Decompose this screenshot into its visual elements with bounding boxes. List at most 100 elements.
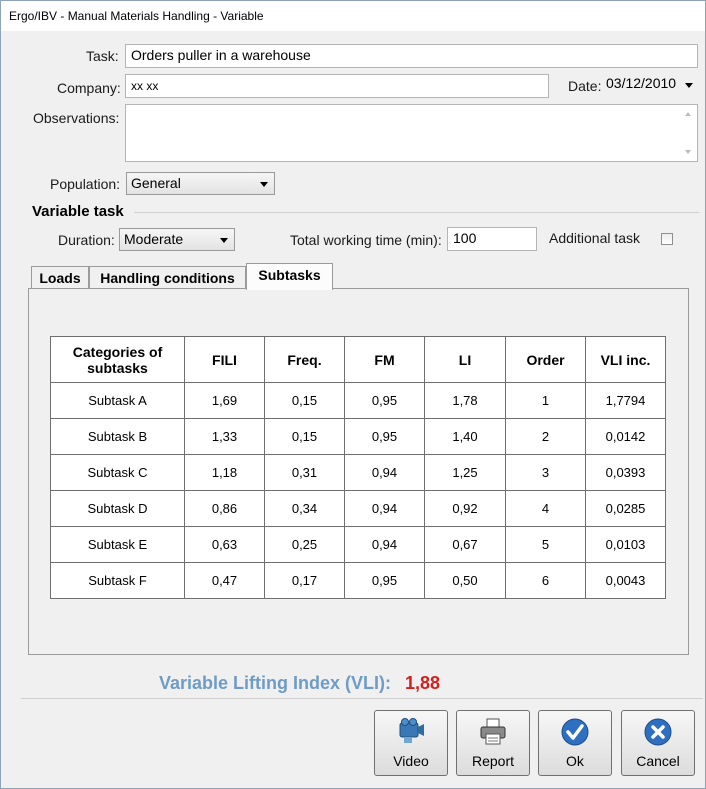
column-header[interactable]: LI [424, 336, 506, 383]
vli-label: Variable Lifting Index (VLI): [159, 673, 392, 693]
table-cell: 0,94 [344, 490, 425, 527]
table-cell: 6 [505, 562, 586, 599]
population-label: Population: [50, 176, 121, 192]
table-cell: 0,25 [264, 526, 345, 563]
subtasks-table: Categories of subtasks FILI Freq. FM LI … [50, 336, 666, 599]
table-cell: 0,95 [344, 562, 425, 599]
observations-scrollbar[interactable] [680, 105, 697, 161]
column-header[interactable]: VLI inc. [585, 336, 666, 383]
checkmark-icon [561, 718, 589, 746]
footer-divider [21, 698, 703, 699]
video-button[interactable]: Video [374, 710, 448, 776]
total-working-time-label: Total working time (min): [290, 232, 442, 248]
table-cell: 1,78 [424, 382, 506, 419]
table-cell: Subtask E [50, 526, 185, 563]
tab-handling-conditions[interactable]: Handling conditions [89, 266, 246, 290]
table-cell: 0,86 [184, 490, 265, 527]
table-cell: 0,92 [424, 490, 506, 527]
table-cell: 0,0393 [585, 454, 666, 491]
table-cell: 0,0103 [585, 526, 666, 563]
table-cell: 4 [505, 490, 586, 527]
table-cell: 0,31 [264, 454, 345, 491]
observations-label: Observations: [33, 110, 120, 126]
close-icon [644, 718, 672, 746]
ok-button[interactable]: Ok [538, 710, 612, 776]
column-header[interactable]: FILI [184, 336, 265, 383]
table-cell: 3 [505, 454, 586, 491]
table-cell: 0,95 [344, 382, 425, 419]
cancel-button[interactable]: Cancel [621, 710, 695, 776]
table-cell: Subtask A [50, 382, 185, 419]
table-cell: Subtask C [50, 454, 185, 491]
table-cell: 1,7794 [585, 382, 666, 419]
table-cell: 0,94 [344, 526, 425, 563]
table-row[interactable]: Subtask D 0,86 0,34 0,94 0,92 4 0,0285 [50, 490, 666, 527]
total-working-time-input[interactable]: 100 [447, 227, 537, 251]
chevron-down-icon [220, 238, 228, 243]
table-cell: 1,40 [424, 418, 506, 455]
table-header-row: Categories of subtasks FILI Freq. FM LI … [50, 336, 666, 383]
table-cell: 0,94 [344, 454, 425, 491]
task-input[interactable]: Orders puller in a warehouse [125, 44, 698, 68]
table-cell: 0,50 [424, 562, 506, 599]
table-cell: 5 [505, 526, 586, 563]
vli-value: 1,88 [405, 673, 441, 693]
report-button-label: Report [471, 753, 515, 769]
column-header[interactable]: Order [505, 336, 586, 383]
table-row[interactable]: Subtask F 0,47 0,17 0,95 0,50 6 0,0043 [50, 562, 666, 599]
table-cell: Subtask D [50, 490, 185, 527]
table-cell: 0,17 [264, 562, 345, 599]
printer-icon [480, 718, 506, 745]
table-cell: 0,0043 [585, 562, 666, 599]
date-label: Date: [568, 78, 602, 94]
table-cell: Subtask F [50, 562, 185, 599]
table-cell: 0,34 [264, 490, 345, 527]
company-input[interactable]: xx xx [125, 74, 549, 98]
table-cell: 0,63 [184, 526, 265, 563]
cancel-button-label: Cancel [636, 753, 680, 769]
column-header[interactable]: Freq. [264, 336, 345, 383]
table-cell: 1,25 [424, 454, 506, 491]
table-cell: 0,15 [264, 418, 345, 455]
table-row[interactable]: Subtask C 1,18 0,31 0,94 1,25 3 0,0393 [50, 454, 666, 491]
chevron-down-icon [260, 182, 268, 187]
table-cell: 0,15 [264, 382, 345, 419]
variable-task-heading: Variable task [32, 203, 124, 220]
observations-textarea[interactable] [125, 104, 698, 162]
column-header[interactable]: FM [344, 336, 425, 383]
group-divider [134, 212, 699, 213]
tab-subtasks[interactable]: Subtasks [246, 263, 333, 290]
chevron-down-icon[interactable] [685, 83, 693, 88]
table-cell: 0,95 [344, 418, 425, 455]
table-cell: 1 [505, 382, 586, 419]
duration-label: Duration: [58, 232, 115, 248]
table-cell: Subtask B [50, 418, 185, 455]
date-value: 03/12/2010 [606, 75, 677, 91]
ok-button-label: Ok [566, 753, 584, 769]
additional-task-label: Additional task [549, 230, 641, 246]
table-cell: 0,67 [424, 526, 506, 563]
table-cell: 0,0285 [585, 490, 666, 527]
window-title: Ergo/IBV - Manual Materials Handling - V… [9, 9, 264, 23]
table-row[interactable]: Subtask E 0,63 0,25 0,94 0,67 5 0,0103 [50, 526, 666, 563]
scroll-down-icon[interactable] [685, 150, 691, 154]
table-cell: 0,47 [184, 562, 265, 599]
company-label: Company: [57, 80, 121, 96]
report-button[interactable]: Report [456, 710, 530, 776]
table-row[interactable]: Subtask B 1,33 0,15 0,95 1,40 2 0,0142 [50, 418, 666, 455]
table-cell: 1,33 [184, 418, 265, 455]
tab-loads[interactable]: Loads [31, 266, 89, 290]
video-button-label: Video [393, 753, 429, 769]
duration-select[interactable]: Moderate [119, 228, 235, 251]
column-header[interactable]: Categories of subtasks [50, 336, 185, 383]
population-select[interactable]: General [126, 172, 275, 195]
table-row[interactable]: Subtask A 1,69 0,15 0,95 1,78 1 1,7794 [50, 382, 666, 419]
video-camera-icon [399, 718, 424, 743]
table-cell: 2 [505, 418, 586, 455]
task-label: Task: [86, 48, 119, 64]
table-cell: 1,69 [184, 382, 265, 419]
additional-task-checkbox[interactable] [661, 233, 673, 245]
scroll-up-icon[interactable] [685, 112, 691, 116]
app-window: Ergo/IBV - Manual Materials Handling - V… [0, 0, 706, 789]
title-bar: Ergo/IBV - Manual Materials Handling - V… [1, 1, 705, 31]
